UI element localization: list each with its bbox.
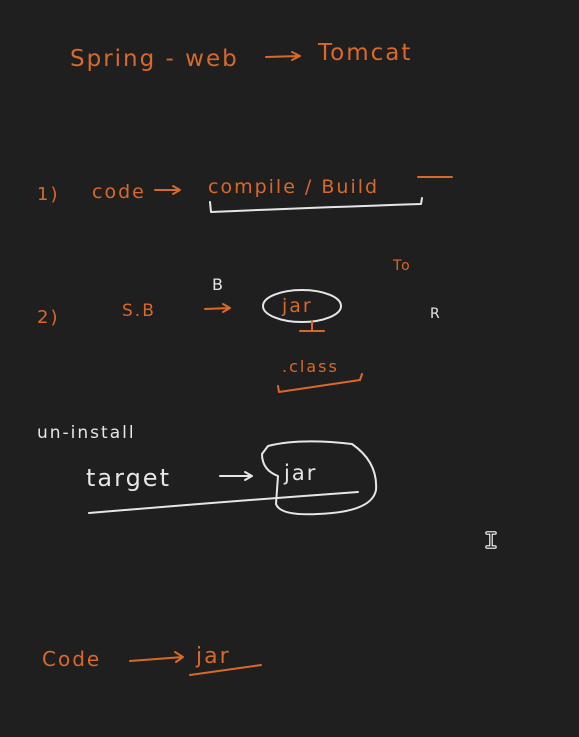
jar-text: jar bbox=[283, 461, 317, 485]
tomcat-text: Tomcat bbox=[317, 40, 412, 66]
target-underline bbox=[88, 491, 359, 514]
target-text: target bbox=[86, 464, 171, 492]
mark-to: To bbox=[392, 258, 412, 274]
step-1-number: 1) bbox=[37, 184, 59, 205]
code-text: code bbox=[92, 181, 146, 203]
mark-r: R bbox=[430, 306, 442, 322]
underline-bracket bbox=[209, 197, 423, 213]
class-underline bbox=[277, 373, 363, 393]
class-text: .class bbox=[282, 357, 339, 376]
note-line-code-jar: Code jar bbox=[42, 644, 262, 676]
whiteboard-canvas[interactable]: Spring - web Tomcat 1) code compile / Bu… bbox=[0, 0, 579, 737]
text-cursor-icon bbox=[485, 531, 497, 549]
jar-text: jar bbox=[195, 644, 231, 669]
note-line-jar: B To R 2) S.B jar .class bbox=[37, 258, 442, 393]
arrow-icon bbox=[154, 185, 181, 195]
sb-text: S.B bbox=[122, 301, 156, 321]
arrow-icon bbox=[204, 303, 231, 313]
compile-build-text: compile / Build bbox=[208, 176, 379, 198]
arrow-icon bbox=[219, 471, 253, 481]
jar-blob-outline bbox=[261, 440, 378, 516]
mark-b: B bbox=[212, 275, 225, 294]
arrow-icon bbox=[129, 651, 184, 663]
spring-web-text: Spring - web bbox=[70, 46, 239, 72]
jar-text: jar bbox=[281, 295, 313, 317]
step-2-number: 2) bbox=[37, 307, 59, 328]
code-text: Code bbox=[42, 647, 101, 671]
note-line-uninstall: un-install target jar bbox=[37, 423, 378, 516]
note-line-spring-web: Spring - web Tomcat bbox=[70, 40, 412, 72]
note-line-compile: 1) code compile / Build bbox=[37, 176, 453, 213]
uninstall-text: un-install bbox=[37, 423, 136, 443]
arrow-icon bbox=[265, 51, 301, 61]
